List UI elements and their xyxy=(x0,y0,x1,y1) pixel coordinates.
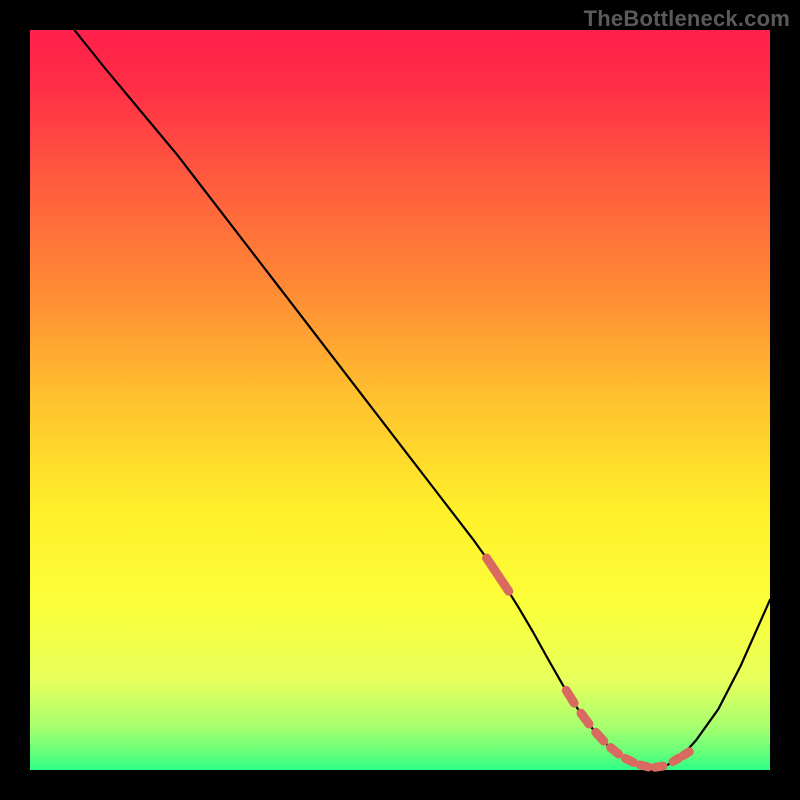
highlight-dash xyxy=(683,752,689,756)
highlight-dash xyxy=(581,713,589,724)
plot-background xyxy=(30,30,770,770)
highlight-dash xyxy=(673,758,679,762)
bottleneck-chart xyxy=(0,0,800,800)
highlight-dash xyxy=(611,748,619,754)
highlight-dash xyxy=(596,732,604,741)
highlight-dash xyxy=(625,758,633,762)
watermark-text: TheBottleneck.com xyxy=(584,6,790,32)
chart-frame: TheBottleneck.com xyxy=(0,0,800,800)
highlight-dash xyxy=(640,765,648,767)
highlight-dash xyxy=(655,766,663,767)
